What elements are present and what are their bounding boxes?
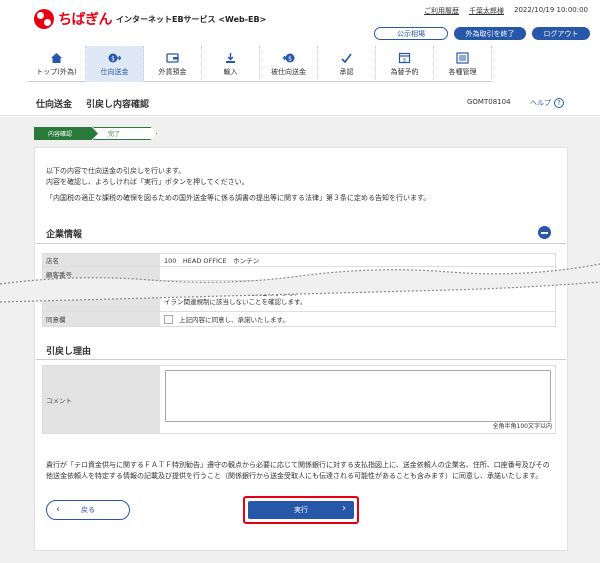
nav-item-import[interactable]: 輸入 [202, 46, 260, 82]
comment-table: コメント 全角半角100文字以内 [42, 365, 556, 434]
logout-button[interactable]: ログアウト [532, 27, 590, 40]
incoming-remittance-icon: $ [282, 52, 295, 64]
remittance-icon: $ [108, 52, 122, 64]
nav-label: 輸入 [223, 67, 238, 76]
public-rates-button[interactable]: 公示相場 [374, 27, 448, 40]
intro-line: 以下の内容で仕向送金の引戻しを行います。 [46, 167, 186, 175]
nav-item-management[interactable]: 各種管理 [434, 46, 492, 82]
nav-label: トップ(外為) [36, 67, 77, 76]
consent-checkbox[interactable] [164, 314, 173, 324]
help-label: ヘルプ [530, 99, 551, 107]
step-indicator: 内容確認 完了 [34, 127, 157, 140]
nav-item-remittance[interactable]: $ 仕向送金 [86, 46, 144, 82]
back-label: 戻る [81, 506, 95, 514]
comment-label: コメント [43, 366, 160, 433]
comment-cell: 全角半角100文字以内 [160, 366, 555, 433]
page-title: 引戻し内容確認 [86, 100, 150, 110]
top-links: ご利用履歴 千葉太郎様 2022/10/19 10:00:00 [424, 6, 588, 16]
question-icon: ? [554, 98, 564, 108]
step-complete: 完了 [93, 127, 157, 140]
deposit-icon [166, 52, 179, 64]
svg-text:$: $ [288, 55, 292, 62]
step-confirm: 内容確認 [34, 127, 98, 140]
collapse-icon[interactable] [538, 226, 551, 239]
nav-label: 仕向送金 [100, 67, 129, 76]
approval-icon [340, 52, 353, 64]
nav-item-deposit[interactable]: 外貨預金 [144, 46, 202, 82]
screen-code: GOMT08104 [467, 98, 511, 106]
company-info-header: 企業情報 [36, 222, 566, 244]
nav-item-approval[interactable]: 承認 [318, 46, 376, 82]
main-nav: トップ(外為) $ 仕向送金 外貨預金 輸入 $ 被仕向送金 承認 $ 為替予約… [28, 46, 492, 82]
home-icon [50, 52, 63, 64]
chevron-left-icon: ‹ [56, 504, 60, 515]
nav-item-top[interactable]: トップ(外為) [28, 46, 86, 82]
char-limit: 全角半角100文字以内 [492, 423, 552, 430]
row-value: 上記内容に同意し、承諾いたします。 [160, 312, 555, 326]
page-category: 仕向送金 [36, 100, 73, 110]
login-datetime: 2022/10/19 10:00:00 [513, 6, 588, 14]
svg-text:$: $ [111, 55, 115, 62]
logo: ちばぎん インターネットEBサービス <Web-EB> [34, 9, 266, 29]
row-label: 同意欄 [43, 312, 160, 326]
chibagin-logo-icon [34, 9, 54, 29]
intro-text: 以下の内容で仕向送金の引戻しを行います。 内容を確認し、よろしければ「実行」ボタ… [46, 166, 249, 188]
section-title: 企業情報 [46, 230, 83, 240]
nav-item-incoming[interactable]: $ 被仕向送金 [260, 46, 318, 82]
comment-input[interactable] [165, 370, 551, 422]
usage-history-link[interactable]: ご利用履歴 [424, 6, 459, 16]
user-name-link[interactable]: 千葉太郎様 [469, 6, 504, 16]
header-buttons: 公示相場 外為取引を終了 ログアウト [374, 27, 590, 40]
chevron-right-icon: › [342, 503, 346, 514]
help-link[interactable]: ヘルプ? [530, 98, 564, 108]
brand-name: ちばぎん [58, 12, 113, 28]
execute-button[interactable]: 実行 › [248, 501, 354, 519]
nav-label: 外貨預金 [158, 67, 187, 76]
exchange-reservation-icon: $ [398, 52, 411, 64]
torn-edge-separator [0, 263, 600, 303]
consent-text: 上記内容に同意し、承諾いたします。 [179, 316, 289, 324]
fatf-notice: 貴行が「テロ資金供与に関するＦＡＴＦ特別勧告」遵守の観点から必要に応じて関係銀行… [46, 461, 550, 480]
table-row: 同意欄 上記内容に同意し、承諾いたします。 [43, 312, 555, 326]
nav-label: 承認 [339, 67, 354, 76]
svg-text:$: $ [403, 57, 406, 63]
service-name: インターネットEBサービス <Web-EB> [116, 14, 267, 24]
nav-label: 被仕向送金 [271, 67, 306, 76]
legal-notice: 「内国税の適正な課税の確保を図るための国外送金等に係る調書の提出等に関する法律」… [46, 194, 431, 202]
reason-header: 引戻し理由 [36, 340, 566, 360]
import-icon [224, 52, 237, 64]
nav-label: 為替予約 [390, 67, 419, 76]
section-title: 引戻し理由 [46, 347, 92, 357]
execute-label: 実行 [294, 506, 308, 514]
management-icon [456, 51, 469, 64]
end-fx-button[interactable]: 外為取引を終了 [454, 27, 526, 40]
nav-item-exchange[interactable]: $ 為替予約 [376, 46, 434, 82]
intro-line: 内容を確認し、よろしければ「実行」ボタンを押してください。 [46, 178, 249, 186]
header: ちばぎん インターネットEBサービス <Web-EB> ご利用履歴 千葉太郎様 … [0, 0, 600, 46]
nav-label: 各種管理 [448, 67, 477, 76]
back-button[interactable]: ‹ 戻る [46, 500, 130, 520]
page-title-bar: 仕向送金 引戻し内容確認 GOMT08104 ヘルプ? [0, 88, 600, 116]
